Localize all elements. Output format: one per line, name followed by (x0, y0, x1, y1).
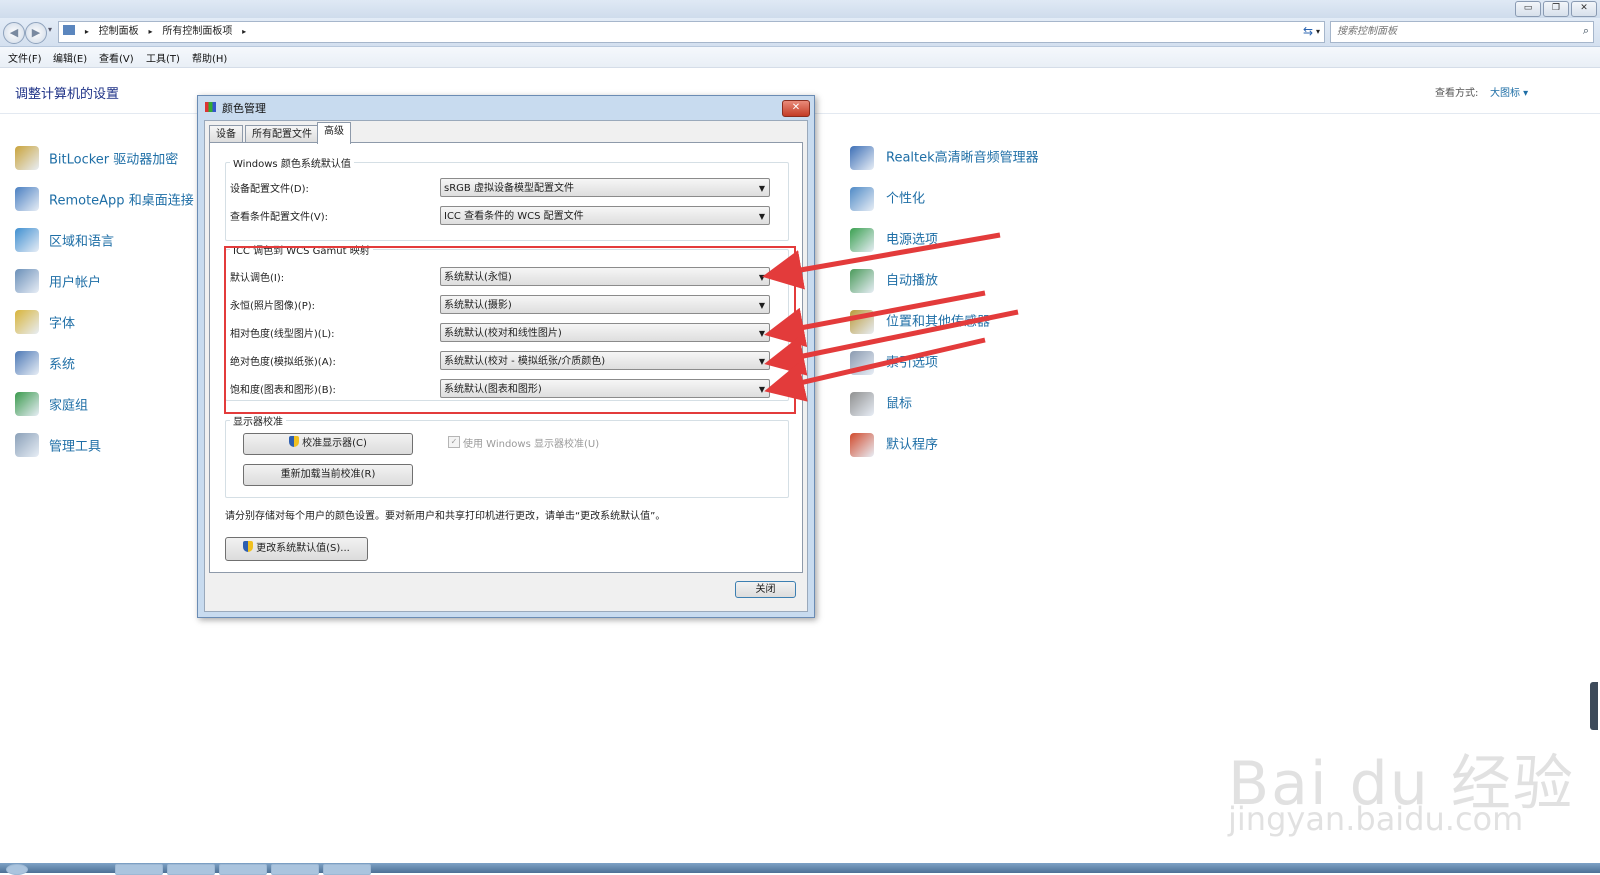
taskbar-item[interactable] (323, 864, 371, 875)
annotation-arrow (764, 309, 1019, 376)
taskbar-item[interactable] (167, 864, 215, 875)
taskbar-ie[interactable] (115, 864, 163, 875)
taskbar-item[interactable] (271, 864, 319, 875)
side-handle[interactable] (1590, 682, 1598, 730)
taskbar-item[interactable] (219, 864, 267, 875)
start-button[interactable] (6, 864, 28, 875)
tab-advanced[interactable]: 高级 (317, 122, 351, 144)
watermark-url: jingyan.baidu.com (1228, 800, 1524, 838)
taskbar (0, 863, 1600, 875)
annotation-arrow (762, 232, 1001, 290)
annotation-arrow (764, 337, 986, 402)
